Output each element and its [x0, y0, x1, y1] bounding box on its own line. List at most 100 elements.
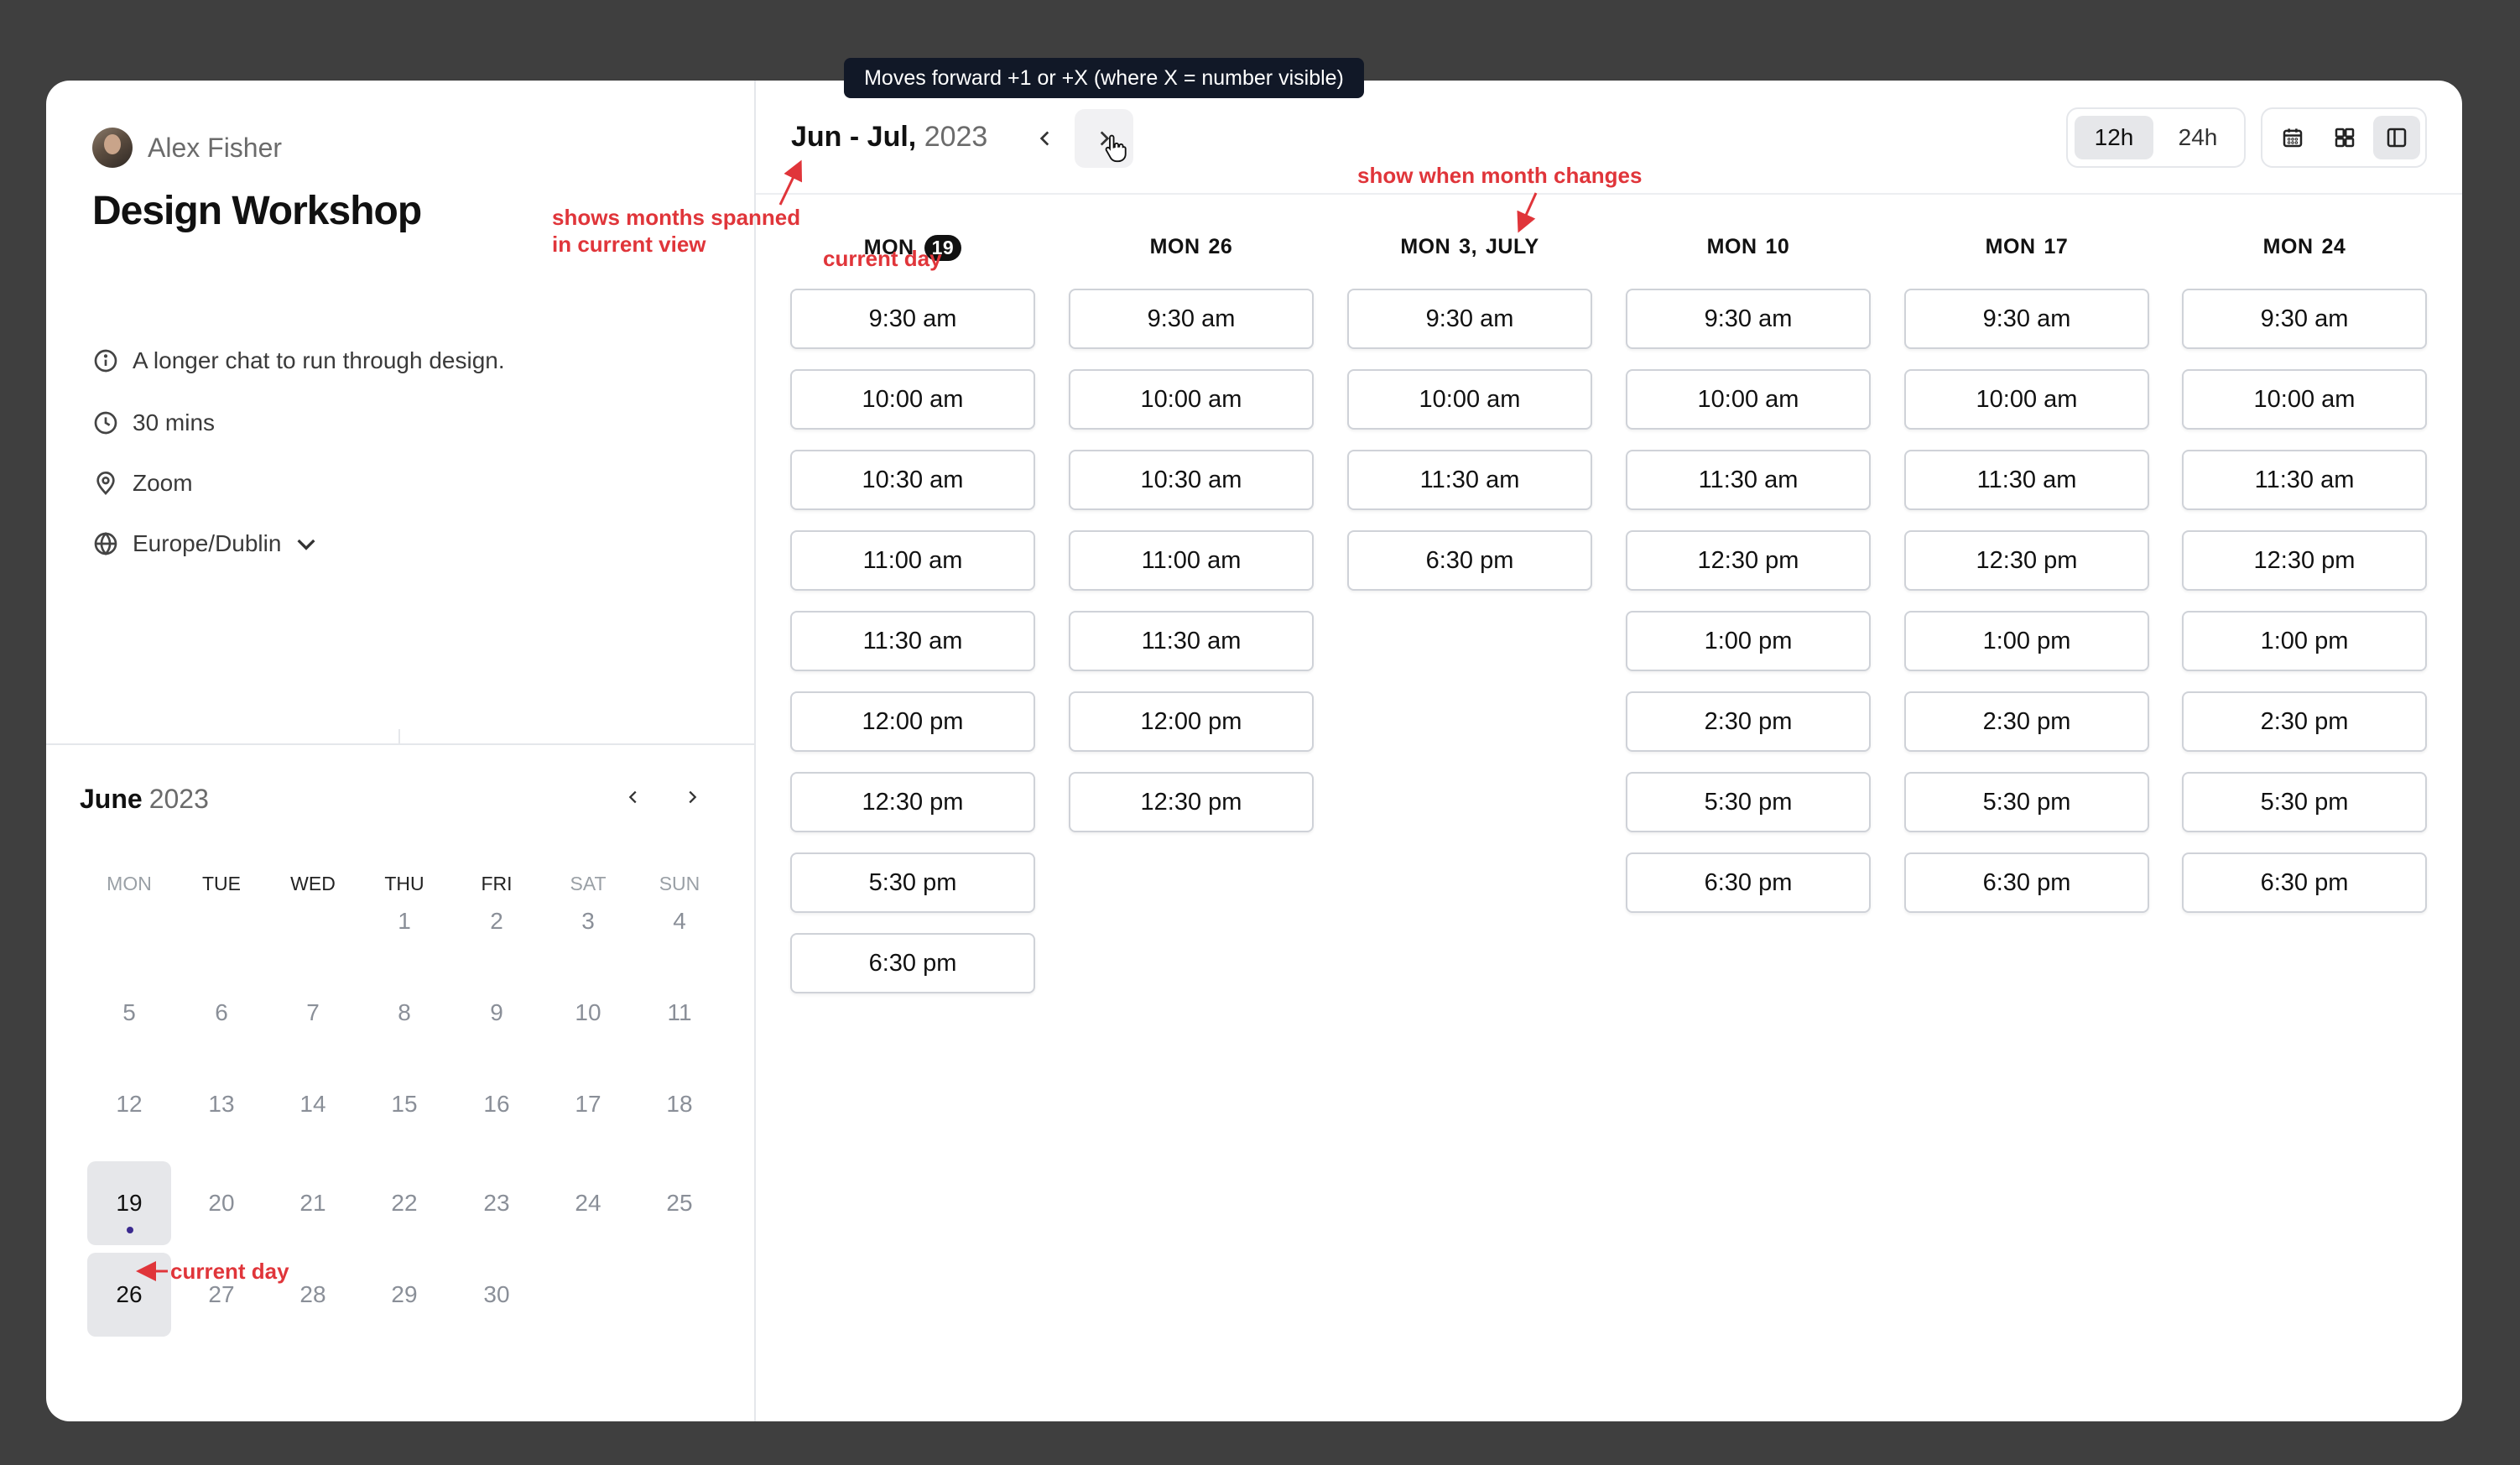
event-location: Zoom [92, 470, 193, 497]
time-slot-button[interactable]: 10:00 am [1904, 369, 2149, 430]
time-slot-button[interactable]: 11:30 am [1347, 450, 1592, 510]
column-view-button[interactable] [2373, 116, 2420, 159]
time-slot-button[interactable]: 11:30 am [790, 611, 1035, 671]
time-slot-button[interactable]: 10:00 am [1347, 369, 1592, 430]
event-description-text: A longer chat to run through design. [133, 347, 505, 373]
event-duration: 30 mins [92, 409, 215, 436]
time-slot-button[interactable]: 5:30 pm [1904, 772, 2149, 832]
event-description: A longer chat to run through design. [92, 347, 505, 374]
time-slot-button[interactable]: 12:30 pm [790, 772, 1035, 832]
time-slot-button[interactable]: 11:30 am [1904, 450, 2149, 510]
calendar-day: 8 [362, 971, 446, 1055]
calendar-day: 18 [638, 1062, 721, 1146]
time-slot-button[interactable]: 6:30 pm [1347, 530, 1592, 591]
date-range-year: 2023 [924, 121, 988, 153]
time-slot-button[interactable]: 6:30 pm [2182, 852, 2427, 913]
format-24h-option[interactable]: 24h [2158, 116, 2237, 159]
column-weekday: MON [2262, 235, 2314, 258]
calendar-day-available[interactable]: 19 [87, 1161, 171, 1245]
time-slot-button[interactable]: 12:30 pm [1626, 530, 1871, 591]
mini-calendar-title: June 2023 [80, 784, 209, 815]
timezone-select[interactable]: Europe/Dublin [92, 530, 320, 557]
time-slot-button[interactable]: 5:30 pm [2182, 772, 2427, 832]
globe-icon [92, 530, 119, 557]
time-slot-button[interactable]: 6:30 pm [790, 933, 1035, 993]
timezone-value: Europe/Dublin [133, 530, 282, 556]
pointer-cursor-icon [1105, 134, 1127, 163]
calendar-day-number: 17 [575, 1091, 601, 1117]
time-slot-button[interactable]: 9:30 am [790, 289, 1035, 349]
calendar-day-number: 14 [299, 1091, 326, 1117]
time-slot-button[interactable]: 9:30 am [1626, 289, 1871, 349]
time-slot-button[interactable]: 5:30 pm [1626, 772, 1871, 832]
calendar-day-number: 3 [581, 908, 595, 934]
time-slot-button[interactable]: 10:30 am [1069, 450, 1314, 510]
calendar-day-number: 9 [490, 999, 503, 1025]
time-slot-button[interactable]: 12:00 pm [1069, 691, 1314, 752]
time-slot-button[interactable]: 9:30 am [1904, 289, 2149, 349]
calendar-day-number: 28 [299, 1281, 326, 1307]
column-weekday: MON [1149, 235, 1200, 258]
mini-calendar-prev-button[interactable] [617, 780, 650, 814]
time-slot-button[interactable]: 10:00 am [2182, 369, 2427, 430]
time-slot-button[interactable]: 1:00 pm [1626, 611, 1871, 671]
annotation-current-day-column: current day [823, 246, 942, 271]
time-slot-button[interactable]: 12:00 pm [790, 691, 1035, 752]
time-slot-button[interactable]: 10:00 am [1626, 369, 1871, 430]
time-slot-button[interactable]: 10:30 am [790, 450, 1035, 510]
time-slot-button[interactable]: 12:30 pm [2182, 530, 2427, 591]
header-divider [756, 193, 2462, 195]
month-view-button[interactable] [2269, 116, 2316, 159]
current-day-dot [127, 1227, 133, 1233]
time-slot-button[interactable]: 9:30 am [1069, 289, 1314, 349]
mini-calendar-next-button[interactable] [675, 780, 709, 814]
format-12h-option[interactable]: 12h [2075, 116, 2153, 159]
column-date: 3, [1459, 235, 1478, 258]
calendar-day: 30 [455, 1253, 539, 1337]
column-header: MON 3, JULY [1347, 235, 1592, 259]
weekday-header: MON [107, 873, 152, 894]
calendar-day-number: 25 [666, 1190, 693, 1216]
time-slot-button[interactable]: 9:30 am [2182, 289, 2427, 349]
column-header: MON 17 [1904, 235, 2149, 259]
column-date: 26 [1208, 235, 1233, 258]
annotation-months-spanned: shows months spanned in current view [552, 204, 800, 258]
time-slot-button[interactable]: 2:30 pm [1904, 691, 2149, 752]
grid-icon [2335, 128, 2355, 148]
column-date: 17 [2044, 235, 2069, 258]
calendar-day-available[interactable]: 26 [87, 1253, 171, 1337]
time-slot-button[interactable]: 11:30 am [2182, 450, 2427, 510]
time-slot-button[interactable]: 11:00 am [1069, 530, 1314, 591]
time-slot-button[interactable]: 11:00 am [790, 530, 1035, 591]
annotation-months-spanned-line2: in current view [552, 232, 706, 257]
time-slot-button[interactable]: 12:30 pm [1904, 530, 2149, 591]
time-slot-button[interactable]: 10:00 am [790, 369, 1035, 430]
calendar-day-number: 8 [398, 999, 411, 1025]
prev-period-button[interactable] [1016, 109, 1075, 168]
time-slot-button[interactable]: 1:00 pm [2182, 611, 2427, 671]
time-slot-button[interactable]: 12:30 pm [1069, 772, 1314, 832]
time-slot-button[interactable]: 1:00 pm [1904, 611, 2149, 671]
time-slot-button[interactable]: 2:30 pm [1626, 691, 1871, 752]
next-button-tooltip: Moves forward +1 or +X (where X = number… [844, 58, 1364, 98]
calendar-day-number: 4 [673, 908, 686, 934]
map-pin-icon [92, 470, 119, 497]
time-slot-button[interactable]: 9:30 am [1347, 289, 1592, 349]
time-slot-button[interactable]: 11:30 am [1626, 450, 1871, 510]
time-slot-button[interactable]: 5:30 pm [790, 852, 1035, 913]
clock-icon [92, 409, 119, 436]
time-slot-button[interactable]: 6:30 pm [1904, 852, 2149, 913]
calendar-day-number: 12 [116, 1091, 143, 1117]
time-slot-button[interactable]: 2:30 pm [2182, 691, 2427, 752]
week-view-button[interactable] [2321, 116, 2368, 159]
calendar-day: 23 [455, 1161, 539, 1245]
mini-calendar-year: 2023 [148, 784, 209, 814]
calendar-day-number: 21 [299, 1190, 326, 1216]
time-slot-button[interactable]: 10:00 am [1069, 369, 1314, 430]
time-slot-button[interactable]: 6:30 pm [1626, 852, 1871, 913]
calendar-day-number: 15 [391, 1091, 418, 1117]
calendar-day-number: 30 [483, 1281, 510, 1307]
date-range-label: Jun - Jul, 2023 [791, 121, 987, 154]
time-slot-button[interactable]: 11:30 am [1069, 611, 1314, 671]
chevron-right-icon [689, 790, 697, 804]
